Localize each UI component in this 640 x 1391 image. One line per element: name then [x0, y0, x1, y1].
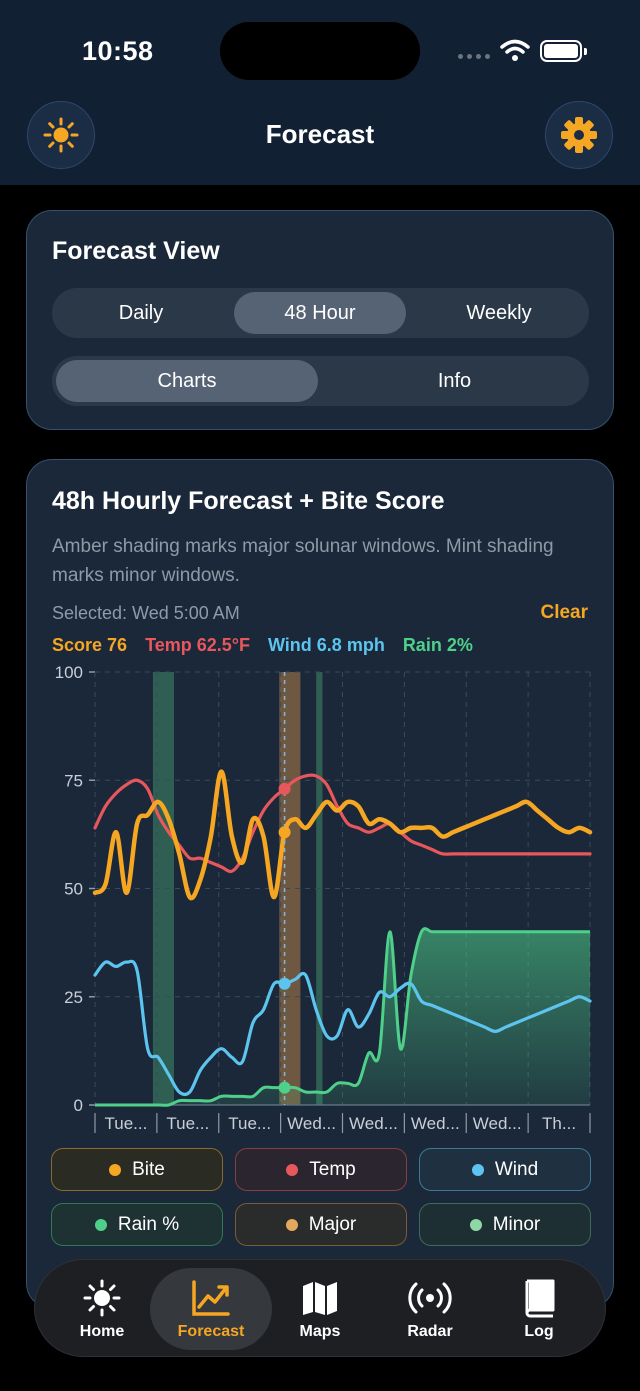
status-bar: 10:58 — [0, 0, 640, 95]
tab-log[interactable]: Log — [484, 1268, 594, 1350]
x-tick-label: Tue... — [228, 1114, 271, 1133]
x-tick-label: Wed... — [349, 1114, 398, 1133]
legend-minor[interactable]: Minor — [419, 1203, 591, 1246]
nav-bar: Forecast — [0, 95, 640, 185]
rain-dot-icon — [94, 1218, 107, 1231]
settings-button[interactable] — [545, 101, 613, 169]
selection-point-rain — [278, 1081, 291, 1094]
y-tick-label: 25 — [64, 988, 83, 1007]
legend-row-2: Rain % Major Minor — [51, 1203, 591, 1246]
tab-maps[interactable]: Maps — [265, 1268, 375, 1350]
major-dot-icon — [285, 1218, 298, 1231]
mode-info-tab[interactable]: Info — [324, 360, 585, 402]
y-tick-label: 0 — [74, 1096, 83, 1115]
range-48-hour-tab[interactable]: 48 Hour — [234, 292, 406, 334]
mode-charts-tab[interactable]: Charts — [56, 360, 318, 402]
x-tick-label: Wed... — [411, 1114, 460, 1133]
wind-dot-icon — [471, 1163, 484, 1176]
wifi-icon — [500, 39, 530, 61]
legend-wind[interactable]: Wind — [419, 1148, 591, 1191]
map-icon — [303, 1281, 337, 1315]
sun-icon — [83, 1279, 121, 1316]
forecast-view-title: Forecast View — [52, 237, 220, 265]
battery-icon — [540, 40, 587, 62]
status-time: 10:58 — [82, 36, 154, 66]
selection-point-temp — [278, 782, 291, 795]
y-tick-label: 75 — [64, 771, 83, 790]
bite-dot-icon — [109, 1163, 122, 1176]
x-tick-label: Wed... — [473, 1114, 522, 1133]
dynamic-island — [220, 22, 420, 80]
gear-icon — [561, 117, 597, 153]
legend-rain[interactable]: Rain % — [51, 1203, 223, 1246]
temp-dot-icon — [286, 1163, 299, 1176]
book-icon — [525, 1279, 555, 1317]
tab-home[interactable]: Home — [47, 1268, 157, 1350]
legend-temp[interactable]: Temp — [235, 1148, 407, 1191]
x-tick-label: Wed... — [287, 1114, 336, 1133]
mode-segmented-control: Charts Info — [52, 356, 589, 406]
tab-bar: Home Forecast Maps Radar Log — [34, 1259, 606, 1357]
selection-point-bite — [278, 826, 291, 839]
range-daily-tab[interactable]: Daily — [56, 292, 226, 334]
legend-row-1: Bite Temp Wind — [51, 1148, 591, 1191]
legend-major[interactable]: Major — [235, 1203, 407, 1246]
radar-icon — [408, 1282, 452, 1313]
signal-icon — [458, 54, 490, 59]
forecast-chart[interactable]: 100 75 50 25 0 Tue... Tue... Tue... Wed... Wed...… — [27, 460, 614, 1160]
forecast-view-card: Forecast View Daily 48 Hour Weekly Chart… — [26, 210, 614, 430]
hourly-forecast-card: 48h Hourly Forecast + Bite Score Amber s… — [26, 459, 614, 1309]
x-tick-label: Tue... — [105, 1114, 148, 1133]
range-weekly-tab[interactable]: Weekly — [414, 292, 584, 334]
tab-radar[interactable]: Radar — [375, 1268, 485, 1350]
y-tick-label: 100 — [55, 663, 83, 682]
selection-point-wind — [278, 977, 291, 990]
minor-dot-icon — [469, 1218, 482, 1231]
chart-icon — [192, 1279, 230, 1316]
page-title: Forecast — [265, 119, 375, 149]
y-tick-label: 50 — [64, 880, 83, 899]
range-segmented-control: Daily 48 Hour Weekly — [52, 288, 589, 338]
legend-bite[interactable]: Bite — [51, 1148, 223, 1191]
tab-forecast[interactable]: Forecast — [150, 1268, 272, 1350]
x-tick-label: Tue... — [166, 1114, 209, 1133]
x-tick-label: Th... — [542, 1114, 576, 1133]
